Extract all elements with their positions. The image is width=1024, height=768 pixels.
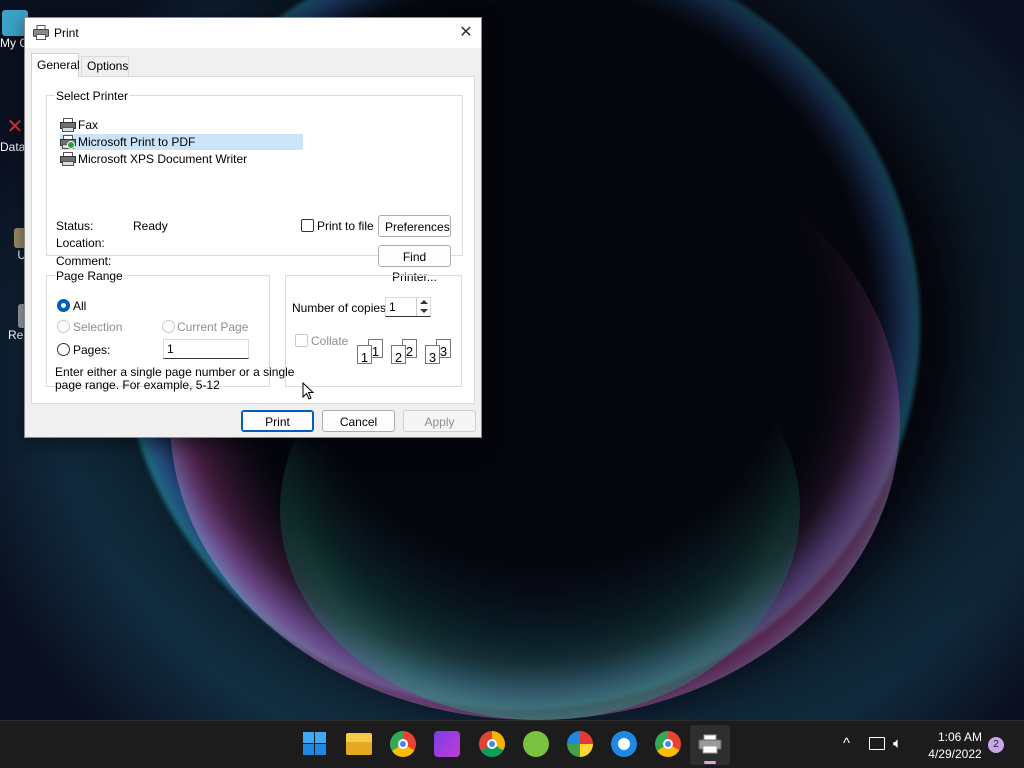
pages-label: Pages: (73, 343, 111, 357)
taskbar: ^ 🔈︎ 1:06 AM 4/29/2022 2 (0, 720, 1024, 768)
tab-options[interactable]: Options (81, 56, 129, 77)
file-explorer-icon[interactable] (346, 733, 372, 755)
clock-date[interactable]: 4/29/2022 (925, 747, 985, 761)
page-range-label: Page Range (55, 269, 124, 283)
spinner-up-icon[interactable] (420, 300, 428, 304)
print-dialog: Print ✕ General Options Select Printer F… (24, 17, 482, 438)
app-green-icon[interactable] (523, 731, 549, 757)
cancel-button[interactable]: Cancel (322, 410, 395, 432)
start-icon[interactable] (302, 731, 328, 757)
number-of-copies-label: Number of copies: (292, 301, 390, 315)
location-label: Location: (56, 236, 105, 250)
title-bar[interactable]: Print ✕ (25, 18, 481, 48)
printer-app-icon (698, 734, 722, 754)
print-to-file-label: Print to file (317, 219, 374, 233)
mouse-cursor-icon (302, 382, 314, 400)
chromium-icon[interactable] (567, 731, 593, 757)
printer-name: Microsoft XPS Document Writer (78, 152, 248, 166)
collate-page: 3 (425, 345, 440, 365)
collate-page: 2 (391, 345, 406, 365)
active-app-indicator (704, 761, 716, 764)
page-range-help-line2: page range. For example, 5-12 (55, 378, 220, 392)
current-page-label: Current Page (177, 320, 249, 334)
edge-icon[interactable] (611, 731, 637, 757)
printer-name: Microsoft Print to PDF (78, 135, 196, 149)
pages-input[interactable]: 1 (163, 339, 249, 359)
chrome-canary-icon[interactable] (479, 731, 505, 757)
current-page-radio[interactable] (162, 320, 175, 333)
spinner-down-icon[interactable] (420, 309, 428, 313)
pages-radio[interactable] (57, 343, 70, 356)
printer-item-microsoft-print-to-pdf[interactable]: Microsoft Print to PDF (60, 134, 303, 150)
printer-name: Fax (78, 118, 99, 132)
preferences-button[interactable]: Preferences (378, 215, 451, 237)
show-hidden-icons-chevron-icon[interactable]: ^ (843, 735, 850, 753)
all-radio[interactable] (57, 299, 70, 312)
general-tab-panel: Select Printer Fax Microsoft Print to PD… (31, 76, 475, 404)
print-button[interactable]: Print (241, 410, 314, 432)
printer-item-fax[interactable]: Fax (60, 117, 98, 133)
select-printer-label: Select Printer (55, 89, 130, 103)
status-label: Status: (56, 219, 94, 233)
close-button[interactable]: ✕ (451, 18, 481, 48)
selection-radio[interactable] (57, 320, 70, 333)
page-range-help-line1: Enter either a single page number or a s… (55, 365, 295, 379)
apply-button[interactable]: Apply (403, 410, 476, 432)
volume-icon[interactable]: 🔈︎ (893, 735, 902, 753)
fax-printer-icon (60, 118, 76, 132)
all-label: All (73, 299, 87, 313)
printer-app-button[interactable] (690, 725, 730, 765)
printer-icon (33, 25, 49, 40)
print-to-file-checkbox[interactable] (301, 219, 314, 232)
comment-label: Comment: (56, 254, 112, 268)
tab-general[interactable]: General (31, 53, 80, 77)
clock-time[interactable]: 1:06 AM (930, 730, 990, 744)
chrome-icon-2[interactable] (655, 731, 681, 757)
collate-page: 1 (357, 345, 372, 365)
printer-icon (60, 152, 76, 166)
collate-label: Collate (311, 334, 349, 348)
dialog-title: Print (54, 26, 79, 40)
printer-list[interactable]: Fax Microsoft Print to PDF Microsoft XPS… (57, 110, 461, 188)
default-printer-icon (60, 135, 76, 149)
find-printer-button[interactable]: Find Printer... (378, 245, 451, 284)
chrome-icon[interactable] (390, 731, 416, 757)
network-icon[interactable] (869, 737, 885, 750)
copies-group (285, 275, 462, 387)
app-s-icon[interactable] (434, 731, 460, 757)
copies-spinner[interactable] (416, 298, 430, 316)
status-value: Ready (133, 219, 168, 233)
printer-item-microsoft-xps[interactable]: Microsoft XPS Document Writer (60, 151, 247, 167)
collate-checkbox[interactable] (295, 334, 308, 347)
selection-label: Selection (73, 320, 123, 334)
notification-badge[interactable]: 2 (988, 737, 1004, 753)
